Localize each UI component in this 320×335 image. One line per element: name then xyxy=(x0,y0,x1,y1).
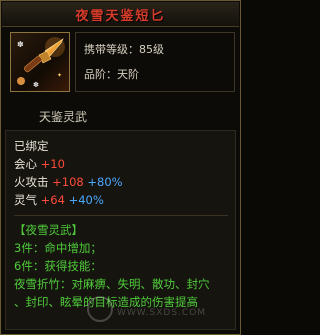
stat-base-value: +10 xyxy=(40,157,65,171)
level-label: 携带等级： xyxy=(84,43,139,56)
title-bar: 夜雪天鉴短匕 xyxy=(2,2,239,27)
item-title: 夜雪天鉴短匕 xyxy=(75,8,166,24)
divider xyxy=(14,215,228,216)
stat-label: 灵气 xyxy=(14,193,37,207)
grade-row: 品阶：天阶 xyxy=(84,66,139,82)
stat-base-value: +64 xyxy=(40,193,65,207)
set-bonus-6: 6件：获得技能： xyxy=(14,259,102,273)
stat-row: 火攻击 +108 +80% xyxy=(14,175,123,189)
stat-label: 会心 xyxy=(14,157,37,171)
grade-value: 天阶 xyxy=(117,68,139,81)
bound-status: 已绑定 xyxy=(14,139,49,153)
set-name: 【夜雪灵武】 xyxy=(14,223,83,237)
level-value: 85级 xyxy=(139,43,164,56)
svg-text:✽: ✽ xyxy=(17,40,24,49)
stat-bonus-value: +80% xyxy=(87,175,123,189)
watermark-logo-icon xyxy=(87,296,113,322)
item-icon-frame: ✽ ✽ ✦ xyxy=(10,32,70,92)
stat-row: 会心 +10 xyxy=(14,157,65,171)
dagger-icon: ✽ ✽ ✦ xyxy=(17,37,65,89)
svg-text:✦: ✦ xyxy=(57,72,62,79)
level-row: 携带等级：85级 xyxy=(84,41,164,57)
svg-text:✽: ✽ xyxy=(33,81,39,89)
stat-row: 灵气 +64 +40% xyxy=(14,193,104,207)
stat-label: 火攻击 xyxy=(14,175,49,189)
watermark-url: WWW.SXDS.COM xyxy=(117,308,207,318)
item-subtitle: 天鉴灵武 xyxy=(39,110,88,124)
item-tooltip: 夜雪天鉴短匕 ✽ ✽ ✦ 携带等级：85级 品阶：天阶 天鉴灵武 已绑定 会心 … xyxy=(0,0,241,335)
stat-bonus-value: +40% xyxy=(68,193,104,207)
item-info-box: 携带等级：85级 品阶：天阶 xyxy=(75,32,235,92)
site-watermark: WWW.SXDS.COM xyxy=(87,296,237,326)
set-skill-desc-1: 夜雪折竹：对麻痹、失明、散功、封穴 xyxy=(14,277,210,291)
grade-label: 品阶： xyxy=(84,68,117,81)
stat-base-value: +108 xyxy=(52,175,84,189)
set-bonus-3: 3件：命中增加； xyxy=(14,241,102,255)
